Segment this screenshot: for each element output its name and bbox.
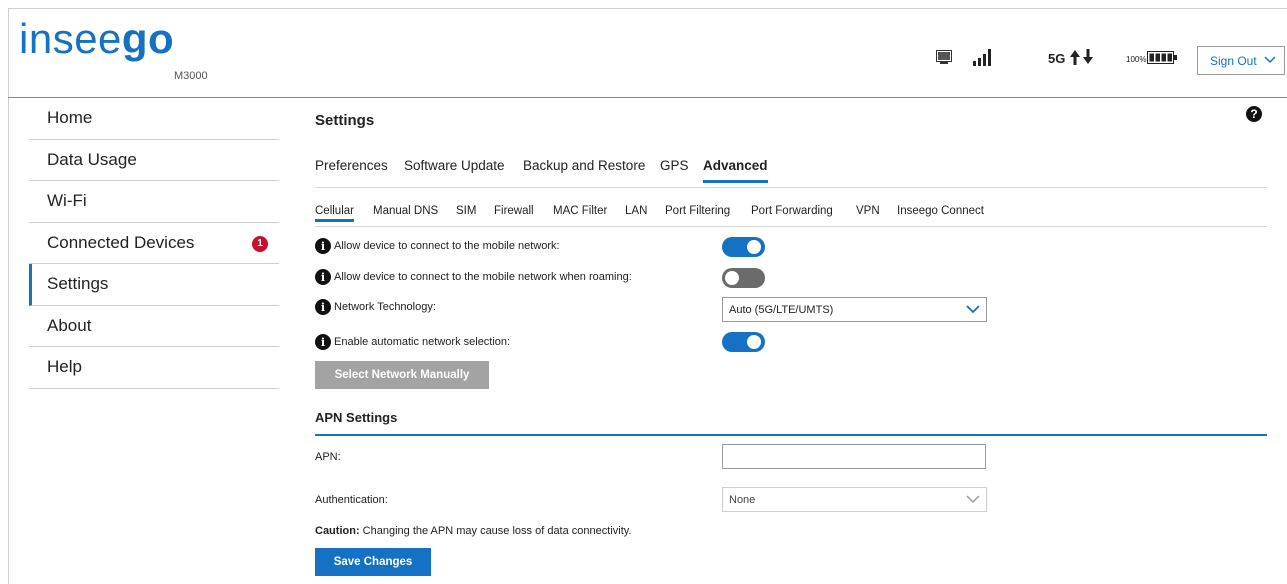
allow-mobile-toggle[interactable]	[722, 237, 765, 257]
settings-tabs: Preferences Software Update Backup and R…	[315, 158, 1267, 188]
sidebar-item-label: Wi-Fi	[47, 191, 87, 211]
caution-label: Caution:	[315, 525, 360, 537]
sidebar-item-label: Settings	[47, 274, 109, 294]
network-tech-select[interactable]: Auto (5G/LTE/UMTS)	[722, 297, 987, 322]
tab-advanced[interactable]: Advanced	[703, 158, 768, 183]
battery-icon	[1147, 51, 1177, 64]
subtab-firewall[interactable]: Firewall	[494, 205, 534, 222]
allow-mobile-row: i Allow device to connect to the mobile …	[315, 238, 560, 254]
header: inseego M3000 5G 100% Sign Out	[8, 8, 1287, 98]
network-tech-row: i Network Technology:	[315, 299, 436, 315]
chevron-down-icon	[966, 495, 980, 503]
subtab-vpn[interactable]: VPN	[856, 205, 880, 222]
subtab-sim[interactable]: SIM	[456, 205, 476, 222]
network-tech-value: Auto (5G/LTE/UMTS)	[729, 303, 834, 316]
signal-strength-icon	[973, 49, 991, 66]
toggle-knob	[747, 335, 761, 349]
subtab-lan[interactable]: LAN	[625, 205, 647, 222]
device-model: M3000	[174, 70, 208, 82]
authentication-value: None	[729, 493, 756, 506]
battery-percent: 100%	[1126, 55, 1147, 64]
toggle-knob	[725, 271, 739, 285]
authentication-select[interactable]: None	[722, 487, 987, 512]
info-icon[interactable]: i	[315, 238, 331, 254]
subtab-manual-dns[interactable]: Manual DNS	[373, 205, 438, 222]
sidebar-item-about[interactable]: About	[29, 306, 279, 347]
sidebar-item-settings[interactable]: Settings	[29, 264, 279, 306]
chevron-down-icon	[1264, 56, 1276, 64]
info-icon[interactable]: i	[315, 269, 331, 285]
sign-out-label: Sign Out	[1210, 53, 1257, 68]
sidebar-item-label: Data Usage	[47, 149, 137, 169]
sidebar-item-wifi[interactable]: Wi-Fi	[29, 181, 279, 223]
tab-preferences[interactable]: Preferences	[315, 158, 388, 183]
select-network-manually-button[interactable]: Select Network Manually	[315, 361, 489, 389]
subtab-port-forwarding[interactable]: Port Forwarding	[751, 205, 833, 222]
subtab-inseego-connect[interactable]: Inseego Connect	[897, 205, 984, 222]
logo-text-light: insee	[19, 15, 122, 62]
allow-roaming-label: Allow device to connect to the mobile ne…	[334, 271, 632, 283]
apn-caution-note: Caution: Changing the APN may cause loss…	[315, 525, 632, 537]
sign-out-button[interactable]: Sign Out	[1197, 46, 1285, 75]
tab-software-update[interactable]: Software Update	[404, 158, 505, 183]
caution-text: Changing the APN may cause loss of data …	[359, 525, 632, 537]
chevron-down-icon	[966, 305, 980, 314]
notification-badge: 1	[252, 235, 268, 252]
toggle-knob	[747, 240, 761, 254]
tab-backup-restore[interactable]: Backup and Restore	[523, 158, 645, 183]
sidebar-item-label: Help	[47, 357, 82, 377]
sidebar-item-data-usage[interactable]: Data Usage	[29, 140, 279, 181]
save-changes-button[interactable]: Save Changes	[315, 548, 431, 576]
auto-select-label: Enable automatic network selection:	[334, 336, 511, 348]
sidebar-item-label: Connected Devices	[47, 232, 195, 252]
allow-mobile-label: Allow device to connect to the mobile ne…	[334, 240, 560, 252]
apn-settings-title: APN Settings	[315, 410, 1267, 436]
allow-roaming-toggle[interactable]	[722, 268, 765, 288]
subtab-port-filtering[interactable]: Port Filtering	[665, 205, 730, 222]
auto-select-toggle[interactable]	[722, 332, 765, 352]
sidebar-item-label: About	[47, 315, 92, 335]
sidebar-item-home[interactable]: Home	[29, 98, 279, 140]
subtab-mac-filter[interactable]: MAC Filter	[553, 205, 607, 222]
allow-roaming-row: i Allow device to connect to the mobile …	[315, 269, 632, 285]
info-icon[interactable]: i	[315, 334, 331, 350]
apn-input[interactable]	[722, 444, 986, 469]
network-type: 5G	[1048, 51, 1066, 66]
ethernet-icon	[936, 50, 952, 64]
sidebar-nav: Home Data Usage Wi-Fi Connected Devices 1…	[29, 98, 279, 389]
info-icon[interactable]: i	[315, 299, 331, 315]
subtab-cellular[interactable]: Cellular	[315, 205, 354, 222]
authentication-label: Authentication:	[315, 494, 388, 506]
data-transfer-icon	[1070, 49, 1093, 65]
logo-text-bold: go	[121, 15, 175, 62]
inseego-logo: inseego	[19, 18, 174, 60]
sidebar-item-label: Home	[47, 108, 93, 128]
sidebar-item-help[interactable]: Help	[29, 347, 279, 389]
page-title: Settings	[315, 112, 375, 129]
tab-gps[interactable]: GPS	[660, 158, 689, 183]
help-icon[interactable]: ?	[1246, 106, 1262, 122]
apn-label: APN:	[315, 451, 341, 463]
network-tech-label: Network Technology:	[334, 301, 436, 313]
auto-select-row: i Enable automatic network selection:	[315, 334, 510, 350]
advanced-subtabs: Cellular Manual DNS SIM Firewall MAC Fil…	[315, 205, 1267, 227]
sidebar-item-connected-devices[interactable]: Connected Devices 1	[29, 223, 279, 264]
